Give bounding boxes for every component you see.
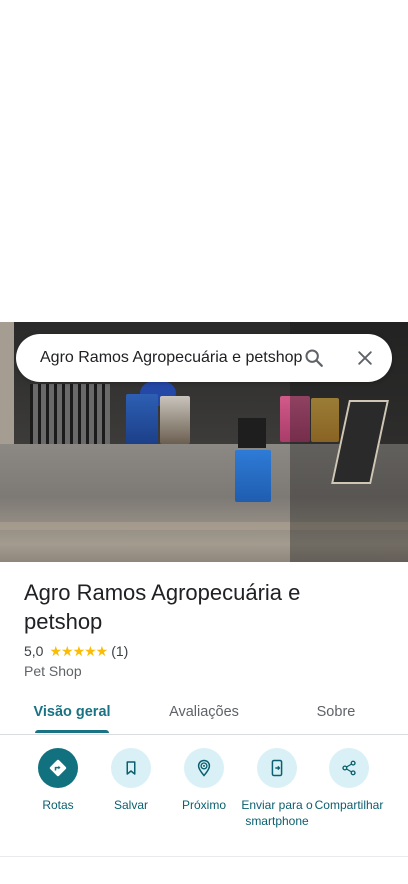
search-input[interactable] [40,334,302,382]
search-icon [305,349,323,367]
nearby-button[interactable]: Próximo [168,748,240,813]
action-label: Próximo [181,798,226,812]
place-category[interactable]: Pet Shop [24,663,82,679]
share-icon [342,760,356,776]
action-label: Rotas [42,798,74,812]
directions-icon [49,759,67,777]
action-label: Compartilhar [314,798,384,812]
place-title: Agro Ramos Agropecuária e petshop [24,580,301,634]
directions-button[interactable]: Rotas [22,748,94,813]
bookmark-icon [126,761,136,775]
share-button[interactable]: Compartilhar [313,748,385,813]
search-bar [16,334,392,382]
send-to-phone-button[interactable]: Enviar para o smartphone [241,748,313,829]
tab-indicator [35,730,109,733]
tab-overview[interactable]: Visão geral [20,698,124,734]
tab-reviews[interactable]: Avaliações [152,698,256,734]
tab-bar: Visão geral Avaliações Sobre [0,698,408,735]
close-icon [358,351,372,365]
save-button[interactable]: Salvar [95,748,167,813]
action-label: Salvar [113,798,148,812]
search-button[interactable] [298,342,330,374]
review-count: (1) [111,643,129,659]
nearby-icon [197,759,211,777]
tab-about[interactable]: Sobre [284,698,388,734]
rating-value: 5,0 [24,643,44,659]
clear-search-button[interactable] [349,342,381,374]
rating-row[interactable]: 5,0 ★★★★★ (1) [24,642,128,660]
send-to-phone-icon [271,759,283,777]
rating-stars: ★★★★★ [49,642,108,659]
action-label: Enviar para o smartphone [241,798,313,828]
divider [0,856,408,857]
